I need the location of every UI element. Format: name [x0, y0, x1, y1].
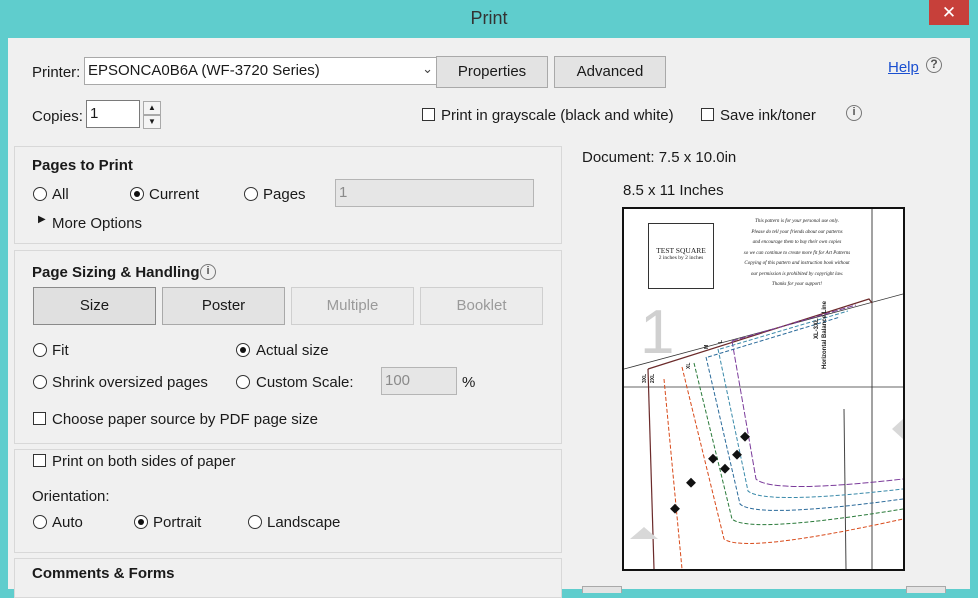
- copies-up-button[interactable]: ▲: [143, 101, 161, 115]
- size-label-2xl: 2XL: [650, 373, 656, 383]
- printer-label: Printer:: [32, 64, 81, 81]
- size-label-xl: XL: [686, 362, 692, 369]
- window-title: Print: [470, 8, 508, 28]
- landscape-radio[interactable]: [248, 515, 262, 529]
- poster-button[interactable]: Poster: [162, 287, 285, 325]
- printer-selected: EPSONCA0B6A (WF-3720 Series): [88, 62, 320, 79]
- properties-button[interactable]: Properties: [436, 56, 548, 88]
- close-button[interactable]: ✕: [929, 0, 969, 25]
- pattern-drawing: [624, 209, 903, 569]
- actual-size-radio[interactable]: [236, 343, 250, 357]
- copies-down-button[interactable]: ▼: [143, 115, 161, 129]
- booklet-button[interactable]: Booklet: [420, 287, 543, 325]
- fit-label: Fit: [52, 342, 69, 359]
- pages-radio[interactable]: [244, 187, 258, 201]
- all-radio[interactable]: [33, 187, 47, 201]
- custom-scale-input[interactable]: 100: [381, 367, 457, 395]
- paper-source-checkbox[interactable]: [33, 412, 46, 425]
- percent-label: %: [462, 374, 476, 391]
- custom-scale-radio[interactable]: [236, 375, 250, 389]
- auto-radio[interactable]: [33, 515, 47, 529]
- actual-size-label: Actual size: [256, 342, 329, 359]
- comments-title: Comments & Forms: [32, 565, 175, 582]
- all-label: All: [52, 186, 69, 203]
- current-radio[interactable]: [130, 187, 144, 201]
- copies-value: 1: [90, 105, 99, 122]
- pages-range-input[interactable]: 1: [335, 179, 534, 207]
- portrait-label: Portrait: [153, 514, 202, 531]
- both-sides-label: Print on both sides of paper: [52, 453, 236, 470]
- info-icon[interactable]: i: [846, 105, 862, 121]
- preview-next-button[interactable]: [906, 586, 946, 593]
- paper-size-label: 8.5 x 11 Inches: [623, 182, 724, 199]
- size-label-l: L: [718, 339, 724, 343]
- save-ink-label: Save ink/toner: [720, 107, 816, 124]
- document-size-label: Document: 7.5 x 10.0in: [582, 149, 737, 166]
- chevron-down-icon: ⌄: [422, 61, 433, 76]
- advanced-button[interactable]: Advanced: [554, 56, 666, 88]
- shrink-radio[interactable]: [33, 375, 47, 389]
- print-preview: TEST SQUARE 2 inches by 2 inches This pa…: [622, 207, 905, 571]
- landscape-label: Landscape: [267, 514, 341, 531]
- printer-select[interactable]: EPSONCA0B6A (WF-3720 Series) ⌄: [84, 57, 438, 85]
- expand-arrow-icon[interactable]: ▶: [38, 214, 46, 225]
- copies-label: Copies:: [32, 108, 83, 125]
- preview-prev-button[interactable]: [582, 586, 622, 593]
- balance-line-label: Horizontal Balance Line: [822, 300, 828, 369]
- both-sides-checkbox[interactable]: [33, 454, 46, 467]
- auto-label: Auto: [52, 514, 83, 531]
- page-sizing-title: Page Sizing & Handling: [32, 264, 200, 281]
- custom-scale-value: 100: [385, 372, 411, 389]
- title-bar: Print ✕: [0, 0, 978, 38]
- size-button[interactable]: Size: [33, 287, 156, 325]
- copies-input[interactable]: 1: [86, 100, 140, 128]
- grayscale-checkbox[interactable]: [422, 108, 435, 121]
- portrait-radio[interactable]: [134, 515, 148, 529]
- help-link[interactable]: Help: [888, 59, 919, 76]
- more-options-label[interactable]: More Options: [52, 215, 142, 232]
- multiple-button[interactable]: Multiple: [291, 287, 414, 325]
- paper-source-label: Choose paper source by PDF page size: [52, 411, 318, 428]
- help-question-icon[interactable]: ?: [926, 57, 942, 73]
- info-icon[interactable]: i: [200, 264, 216, 280]
- shrink-label: Shrink oversized pages: [52, 374, 208, 391]
- fit-radio[interactable]: [33, 343, 47, 357]
- save-ink-checkbox[interactable]: [701, 108, 714, 121]
- size-label-m: M: [704, 344, 710, 349]
- pages-to-print-title: Pages to Print: [32, 157, 133, 174]
- grayscale-label: Print in grayscale (black and white): [441, 107, 674, 124]
- size-label: XL-3XL: [814, 318, 820, 339]
- print-dialog: Printer: EPSONCA0B6A (WF-3720 Series) ⌄ …: [8, 38, 970, 598]
- current-label: Current: [149, 186, 200, 203]
- size-label-3xl: 3XL: [642, 373, 648, 383]
- orientation-label: Orientation:: [32, 488, 110, 505]
- custom-scale-label: Custom Scale:: [256, 374, 354, 391]
- pages-range-value: 1: [339, 184, 348, 201]
- pages-label: Pages: [263, 186, 306, 203]
